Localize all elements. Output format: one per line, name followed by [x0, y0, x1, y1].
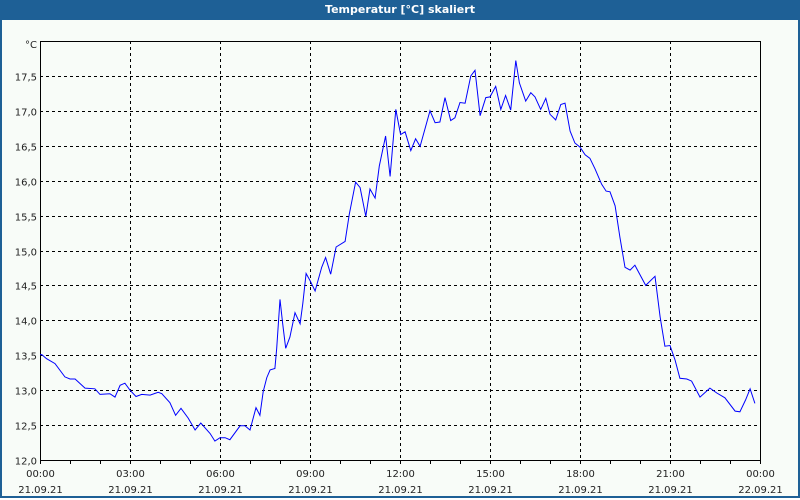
y-tick-label: 14,5 — [15, 282, 37, 293]
y-tick-label: 17,5 — [15, 73, 37, 84]
x-tick-labels: 00:00 21.09.21 03:00 21.09.21 06:00 21.09.21 0… — [18, 469, 783, 496]
x-tick-date: 21.09.21 — [558, 485, 603, 496]
x-tick-date: 21.09.21 — [648, 485, 693, 496]
y-tick-label: 17,0 — [15, 108, 37, 119]
y-tick-label: 16,5 — [15, 143, 37, 154]
x-tick-date: 21.09.21 — [288, 485, 333, 496]
x-tick-date: 21.09.21 — [468, 485, 513, 496]
y-tick-label: 12,5 — [15, 422, 37, 433]
x-tick-time: 00:00 — [746, 469, 775, 480]
x-tick-date: 21.09.21 — [18, 485, 63, 496]
grid — [40, 41, 761, 464]
x-tick-time: 00:00 — [26, 469, 55, 480]
temperature-chart: °C 12,012,513,013,514,014,515,015,516,01… — [15, 40, 783, 496]
x-tick-time: 03:00 — [116, 469, 145, 480]
x-tick-date: 21.09.21 — [378, 485, 423, 496]
x-tick-time: 18:00 — [566, 469, 595, 480]
y-axis-unit-label: °C — [25, 40, 37, 51]
x-tick-date: 22.09.21 — [738, 485, 783, 496]
x-tick-time: 06:00 — [206, 469, 235, 480]
x-tick-date: 21.09.21 — [108, 485, 153, 496]
x-tick-time: 15:00 — [476, 469, 505, 480]
y-tick-label: 16,0 — [15, 178, 37, 189]
x-tick-time: 21:00 — [656, 469, 685, 480]
y-tick-label: 12,0 — [15, 457, 37, 468]
y-tick-label: 13,0 — [15, 387, 37, 398]
x-tick-time: 12:00 — [386, 469, 415, 480]
y-tick-label: 15,5 — [15, 213, 37, 224]
y-tick-label: 15,0 — [15, 248, 37, 259]
x-tick-date: 21.09.21 — [198, 485, 243, 496]
y-tick-label: 14,0 — [15, 317, 37, 328]
x-tick-time: 09:00 — [296, 469, 325, 480]
y-tick-labels: 12,0 12,5 13,0 13,5 14,0 14,5 15,0 15,5 16,0 16,5… — [15, 73, 37, 468]
temperature-line — [40, 60, 756, 442]
y-tick-label: 13,5 — [15, 352, 37, 363]
